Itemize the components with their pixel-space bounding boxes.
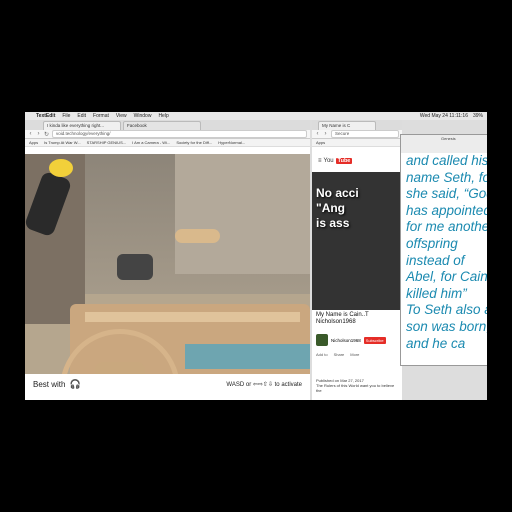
genesis-text-window: Genesis and called his name Seth, for sh… xyxy=(400,134,487,366)
video-actions: Add to Share More xyxy=(316,352,359,357)
bookmark-hypernormal[interactable]: HyperNormal... xyxy=(218,140,245,145)
genesis-toolbar: Genesis xyxy=(401,135,487,153)
bookmark-apps[interactable]: Apps xyxy=(29,140,38,145)
youtube-window: My Name is C ‹ › Secure Apps ≡ You Tube N… xyxy=(312,120,402,400)
text-line: and he ca xyxy=(406,335,466,351)
3d-scene-canvas[interactable] xyxy=(25,154,310,392)
headphones-icon: 🎧 xyxy=(69,378,81,389)
text-line: offspring xyxy=(406,235,458,251)
text-line: she said, “God xyxy=(406,186,487,202)
video-title: My Name is Cain..T Nicholson1968 xyxy=(316,312,369,325)
menu-view[interactable]: View xyxy=(116,113,127,119)
bookmarks-bar: Apps Is Trump At War W... STARSHIP GENIU… xyxy=(25,139,310,147)
text-line: instead of xyxy=(406,252,465,268)
back-icon[interactable]: ‹ xyxy=(315,131,320,137)
scene-teal-panel xyxy=(185,344,310,369)
bookmark-starship[interactable]: STARSHIP GENIUS... xyxy=(87,140,126,145)
url-input[interactable]: void.technology/everything/ xyxy=(52,130,307,138)
description-text: The Rulers of this World want you to bel… xyxy=(316,383,395,393)
menu-file[interactable]: File xyxy=(62,113,70,119)
clock[interactable]: Wed May 24 11:11:16 xyxy=(420,113,468,119)
controls-hint: WASD or ⇦⇨⇧⇩ to activate xyxy=(226,381,302,388)
video-line-3: is ass xyxy=(316,216,350,230)
browser-window: I kinda like everything right... Faceboo… xyxy=(25,120,310,400)
text-line: and called his xyxy=(406,153,487,168)
bookmark-society[interactable]: Society for the Diff... xyxy=(176,140,212,145)
scene-bottle-cap xyxy=(49,159,73,177)
more-button[interactable]: More xyxy=(350,352,359,357)
text-line: for me another xyxy=(406,219,487,235)
menu-format[interactable]: Format xyxy=(93,113,109,119)
back-icon[interactable]: ‹ xyxy=(28,131,33,137)
video-overlay-text: No acci "Ang is ass xyxy=(316,186,359,231)
subscribe-button[interactable]: Subscribe xyxy=(363,336,386,344)
genesis-title: Genesis xyxy=(441,136,456,141)
text-line: To Seth also a xyxy=(406,302,487,318)
bookmark-camera[interactable]: I Am a Camera - Wi... xyxy=(132,140,170,145)
forward-icon[interactable]: › xyxy=(323,131,328,137)
scene-footer: Best with 🎧 WASD or ⇦⇨⇧⇩ to activate xyxy=(25,374,310,394)
text-line: name Seth, for xyxy=(406,169,487,185)
menu-icon[interactable]: ≡ xyxy=(318,158,322,164)
battery-status[interactable]: 39% xyxy=(473,113,483,119)
tab-youtube[interactable]: My Name is C xyxy=(318,121,376,130)
best-with-label: Best with xyxy=(33,379,66,389)
reload-icon[interactable]: ↻ xyxy=(44,131,49,138)
video-description: Published on Mar 27, 2017 The Rulers of … xyxy=(316,378,400,393)
address-bar: ‹ › ↻ void.technology/everything/ xyxy=(25,130,310,139)
genesis-document-text[interactable]: and called his name Seth, for she said, … xyxy=(406,153,487,352)
desktop-screen: TextEdit File Edit Format View Window He… xyxy=(25,112,487,400)
bookmark-trump[interactable]: Is Trump At War W... xyxy=(44,140,81,145)
text-line: killed him” xyxy=(406,285,467,301)
scene-floating-handle xyxy=(175,229,220,243)
tab-bar: I kinda like everything right... Faceboo… xyxy=(25,120,310,130)
channel-row: Nicholson1968 Subscribe xyxy=(316,334,386,346)
bookmark-apps[interactable]: Apps xyxy=(316,140,325,145)
add-to-button[interactable]: Add to xyxy=(316,352,328,357)
menu-app[interactable]: TextEdit xyxy=(36,113,55,119)
avatar[interactable] xyxy=(316,334,328,346)
menu-bar: TextEdit File Edit Format View Window He… xyxy=(25,112,487,120)
scene-back-wall xyxy=(175,154,310,274)
video-line-2: "Ang xyxy=(316,201,346,215)
yt-bookmarks-bar: Apps xyxy=(312,139,402,147)
tab-everything[interactable]: I kinda like everything right... xyxy=(43,121,121,130)
channel-name[interactable]: Nicholson1968 xyxy=(331,338,361,343)
yt-url-input[interactable]: Secure xyxy=(331,130,399,138)
video-line-1: No acci xyxy=(316,186,359,200)
youtube-logo[interactable]: ≡ You Tube xyxy=(318,158,353,164)
scene-basket xyxy=(117,254,153,280)
tab-facebook[interactable]: Facebook xyxy=(123,121,201,130)
text-line: son was born, xyxy=(406,318,487,334)
youtube-logo-you: You xyxy=(323,158,334,164)
share-button[interactable]: Share xyxy=(334,352,345,357)
youtube-logo-tube: Tube xyxy=(335,158,353,164)
forward-icon[interactable]: › xyxy=(36,131,41,137)
scene-dashboard-top xyxy=(85,312,300,322)
yt-address-bar: ‹ › Secure xyxy=(312,130,402,139)
text-line: Abel, for Cain xyxy=(406,269,487,285)
text-line: has appointed xyxy=(406,202,487,218)
menu-help[interactable]: Help xyxy=(158,113,168,119)
menu-window[interactable]: Window xyxy=(134,113,152,119)
yt-tab-bar: My Name is C xyxy=(312,120,402,130)
menu-edit[interactable]: Edit xyxy=(77,113,86,119)
